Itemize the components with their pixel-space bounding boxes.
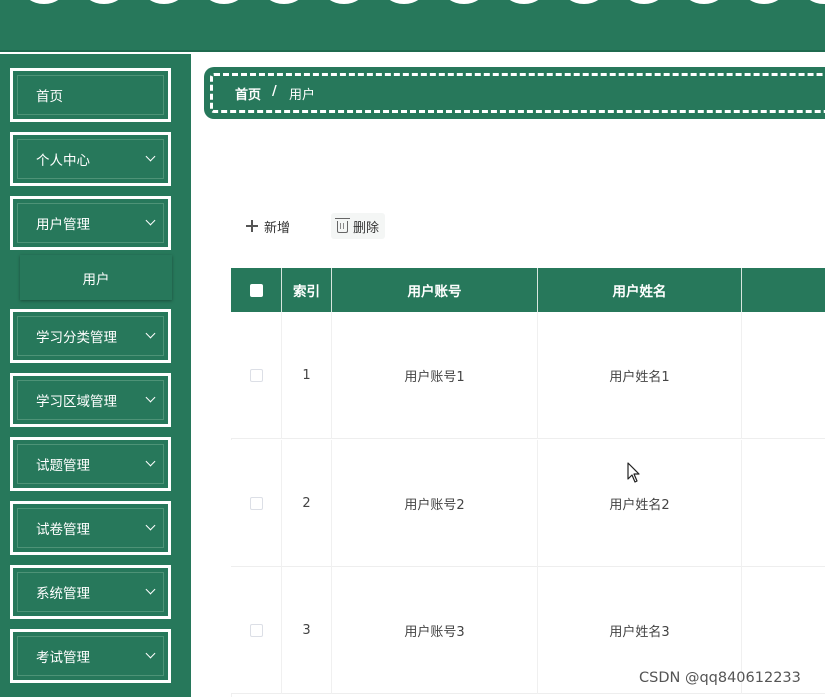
add-button[interactable]: 新增 [246,213,290,239]
watermark: CSDN @qq840612233 [639,670,801,686]
header-decoration [82,0,126,4]
sidebar-item-home[interactable]: 首页 [10,68,171,122]
cell-account: 用户账号1 [332,312,538,439]
header-decoration [262,0,306,4]
delete-button[interactable]: 删除 [331,213,386,239]
cell-name: 用户姓名1 [538,312,742,439]
row-checkbox[interactable] [249,497,263,510]
sidebar-item-label: 个人中心 [36,153,90,169]
sidebar-item-exam-management[interactable]: 考试管理 [10,629,171,683]
trash-icon [335,218,350,233]
column-header-name: 用户姓名 [538,268,742,312]
cell-account: 用户账号2 [332,440,538,567]
sidebar-item-question-management[interactable]: 试题管理 [10,437,171,491]
sidebar-item-personal-center[interactable]: 个人中心 [10,132,171,186]
table-row: 2 用户账号2 用户姓名2 [231,440,825,567]
header-decoration [502,0,546,4]
header-decoration [202,0,246,4]
sidebar-item-user-management[interactable]: 用户管理 [10,196,171,250]
header-decoration [682,0,726,4]
sidebar-item-paper-management[interactable]: 试卷管理 [10,501,171,555]
sidebar-item-study-category[interactable]: 学习分类管理 [10,309,171,363]
header-decoration [382,0,426,4]
header-decoration [22,0,66,4]
select-all-cell [231,268,282,312]
breadcrumb-home[interactable]: 首页 [235,84,261,103]
header-decoration [562,0,606,4]
breadcrumb-separator: / [272,84,277,99]
header-decoration [622,0,666,4]
table-header: 索引 用户账号 用户姓名 [231,268,825,312]
column-header-index: 索引 [282,268,332,312]
header-decoration [322,0,366,4]
cell-account: 用户账号3 [332,567,538,694]
sidebar-item-study-region[interactable]: 学习区域管理 [10,373,171,427]
sidebar: 首页 个人中心 用户管理 用户 学习分类管理 学习区域管理 试题管理 试卷管理 … [0,54,191,697]
sidebar-item-label: 用户管理 [36,217,90,233]
sidebar-item-label: 首页 [36,89,63,105]
sidebar-item-label: 学习分类管理 [36,330,117,346]
header-decoration [142,0,186,4]
column-header-account: 用户账号 [332,268,538,312]
sidebar-item-system-management[interactable]: 系统管理 [10,565,171,619]
sidebar-item-label: 试题管理 [36,458,90,474]
top-header [0,0,825,52]
table-row: 1 用户账号1 用户姓名1 [231,312,825,439]
cell-index: 3 [282,567,332,694]
header-decoration [742,0,786,4]
mouse-cursor-icon [627,462,640,483]
sidebar-item-label: 试卷管理 [36,522,90,538]
header-decoration [442,0,486,4]
cell-index: 1 [282,312,332,439]
plus-icon [246,220,258,232]
cell-name: 用户姓名2 [538,440,742,567]
sidebar-item-label: 学习区域管理 [36,394,117,410]
row-checkbox[interactable] [249,369,263,382]
select-all-checkbox[interactable] [249,283,263,297]
sidebar-item-label: 考试管理 [36,650,90,666]
sidebar-item-label: 系统管理 [36,586,90,602]
delete-button-label: 删除 [353,220,380,236]
cell-index: 2 [282,440,332,567]
add-button-label: 新增 [264,220,291,236]
sidebar-item-label: 用户 [82,271,110,288]
sidebar-subitem-user[interactable]: 用户 [20,255,172,300]
breadcrumb-current: 用户 [289,88,316,103]
row-checkbox[interactable] [249,624,263,637]
header-decoration [802,0,825,4]
